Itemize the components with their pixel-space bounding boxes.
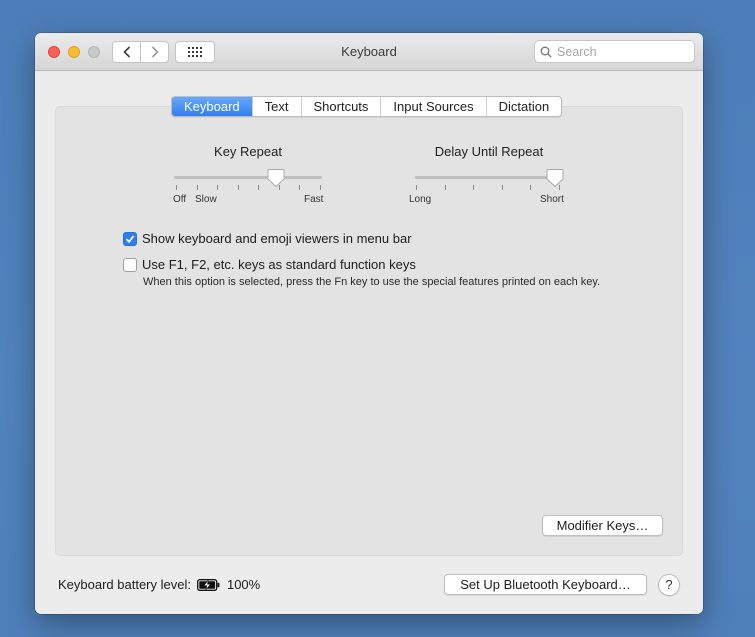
delay-long-label: Long	[409, 194, 432, 205]
slider-tick	[217, 185, 219, 190]
slider-tick	[278, 185, 280, 190]
modifier-keys-button[interactable]: Modifier Keys…	[542, 515, 663, 536]
slider-tick	[258, 185, 260, 190]
tab-shortcuts[interactable]: Shortcuts	[300, 97, 381, 116]
key-repeat-thumb[interactable]	[267, 168, 285, 188]
slider-tick	[530, 185, 532, 190]
battery-label: Keyboard battery level:	[58, 577, 191, 592]
search-field[interactable]	[534, 40, 695, 63]
show-viewers-label: Show keyboard and emoji viewers in menu …	[142, 231, 412, 246]
fn-keys-checkbox[interactable]	[123, 257, 137, 272]
fn-keys-label: Use F1, F2, etc. keys as standard functi…	[142, 257, 416, 272]
delay-until-repeat-label: Delay Until Repeat	[434, 144, 544, 159]
slider-tick	[416, 185, 417, 190]
key-repeat-fast-label: Fast	[304, 194, 324, 205]
settings-panel	[55, 106, 683, 556]
key-repeat-off-label: Off	[173, 194, 187, 205]
slider-tick	[559, 185, 560, 190]
titlebar: Keyboard	[35, 33, 703, 71]
set-up-bluetooth-keyboard-button[interactable]: Set Up Bluetooth Keyboard…	[444, 574, 647, 595]
fn-keys-hint: When this option is selected, press the …	[143, 276, 601, 288]
tab-keyboard[interactable]: Keyboard	[172, 97, 252, 116]
slider-tick	[320, 185, 321, 190]
fn-keys-option[interactable]: Use F1, F2, etc. keys as standard functi…	[123, 257, 416, 272]
slider-tick	[501, 185, 503, 190]
key-repeat-track[interactable]	[174, 176, 322, 179]
delay-until-repeat-track[interactable]	[415, 176, 561, 179]
battery-level: 100%	[226, 577, 261, 592]
battery-status: Keyboard battery level: 100%	[58, 577, 260, 592]
search-icon	[535, 46, 557, 58]
key-repeat-slow-label: Slow	[195, 194, 217, 205]
help-button[interactable]: ?	[658, 574, 680, 596]
key-repeat-label: Key Repeat	[214, 144, 282, 159]
slider-tick	[299, 185, 301, 190]
slider-tick	[237, 185, 239, 190]
tab-bar: Keyboard Text Shortcuts Input Sources Di…	[171, 96, 563, 117]
delay-short-label: Short	[540, 194, 564, 205]
slider-tick	[444, 185, 446, 190]
tab-text[interactable]: Text	[251, 97, 301, 116]
slider-tick	[196, 185, 198, 190]
keyboard-preferences-window: Keyboard Keyboard Text Shortcuts Input S…	[35, 33, 703, 614]
tab-dictation[interactable]: Dictation	[485, 97, 562, 116]
slider-tick	[176, 185, 177, 190]
tab-input-sources[interactable]: Input Sources	[380, 97, 485, 116]
show-viewers-option[interactable]: Show keyboard and emoji viewers in menu …	[123, 231, 412, 246]
slider-tick	[473, 185, 475, 190]
battery-charging-icon	[197, 578, 220, 591]
search-input[interactable]	[557, 44, 677, 59]
checkmark-icon	[125, 234, 135, 243]
show-viewers-checkbox[interactable]	[123, 231, 137, 246]
delay-until-repeat-thumb[interactable]	[546, 168, 564, 188]
